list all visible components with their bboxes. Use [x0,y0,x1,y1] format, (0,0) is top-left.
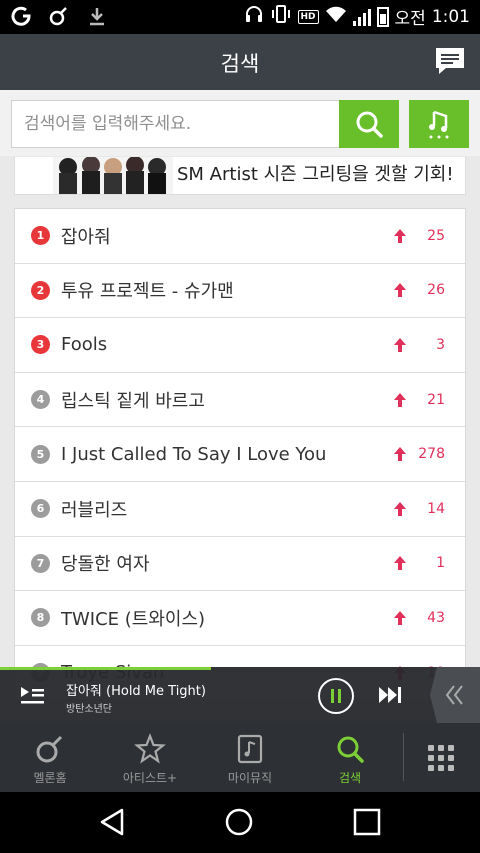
rank-number-badge: 6 [31,499,50,519]
mini-player[interactable]: 잡아줘 (Hold Me Tight) 방탄소년단 [0,667,480,723]
nav-label-melon-home: 멜론홈 [33,771,67,785]
rank-number-badge: 1 [31,226,50,246]
rank-row[interactable]: 6 러블리즈 14 [15,482,465,537]
player-progress-bar [0,667,212,670]
rank-change-value: 1 [436,555,445,572]
rank-row[interactable]: 5 I Just Called To Say I Love You 278 [15,427,465,482]
nav-divider [403,733,404,781]
playlist-button[interactable] [18,684,46,708]
rank-up-arrow-icon [394,392,406,407]
status-bar: HD 오전 1:01 [0,0,480,34]
playlist-icon [21,687,44,704]
rank-number-badge: 5 [31,444,50,464]
rank-change-value: 3 [436,336,445,353]
recents-icon[interactable] [352,807,382,837]
battery-icon [376,6,389,27]
search-icon [356,111,383,138]
my-music-icon [237,734,263,764]
search-button[interactable] [339,100,399,148]
nav-item-melon-home[interactable]: 멜론홈 [0,723,100,792]
rank-row[interactable]: 4 립스틱 짙게 바르고 21 [15,373,465,428]
rank-up-arrow-icon [394,283,406,298]
next-track-button[interactable] [378,685,404,705]
status-bar-notifications [10,5,108,34]
banner-artist-image [53,157,173,194]
rank-up-arrow-icon [394,337,406,352]
nav-item-search[interactable]: 검색 [300,723,400,792]
nav-item-artist-plus[interactable]: 아티스트+ [100,723,200,792]
rank-row[interactable]: 2 투유 프로젝트 - 슈가맨 26 [15,264,465,319]
double-chevron-left-icon [445,685,463,705]
rank-change-value: 14 [427,500,445,517]
rank-up-arrow-icon [394,556,406,571]
banner-text: SM Artist 시즌 그리팅을 겟할 기회! [177,164,454,185]
search-icon [337,736,364,763]
search-bar [0,90,480,156]
pause-button[interactable] [318,678,354,714]
clock-time: 1:01 [431,6,470,27]
search-input[interactable] [11,100,339,148]
nav-label-search: 검색 [338,771,362,785]
rank-number-badge: 3 [31,335,50,355]
rank-row[interactable]: 3 Fools 3 [15,318,465,373]
melon-home-icon [36,735,63,763]
player-track-title: 잡아줘 (Hold Me Tight) [66,684,206,699]
nav-item-my-music[interactable]: 마이뮤직 [200,723,300,792]
download-icon [86,5,108,34]
nav-label-my-music: 마이뮤직 [227,771,273,785]
rank-title: 투유 프로젝트 - 슈가맨 [61,281,234,303]
rank-up-arrow-icon [394,228,406,243]
rank-up-arrow-icon [394,610,406,625]
rank-title: 립스틱 짙게 바르고 [61,390,205,412]
music-note-icon [429,110,449,139]
rank-number-badge: 2 [31,280,50,300]
rank-title: Fools [61,334,108,356]
rank-change-value: 21 [427,391,445,408]
rank-title: TWICE (트와이스) [61,608,206,630]
rank-number-badge: 7 [31,553,50,573]
rank-title: 잡아줘 [61,226,111,248]
next-track-icon [379,687,401,703]
rank-up-arrow-icon [394,447,406,462]
back-icon[interactable] [98,807,128,837]
rank-change-value: 26 [427,282,445,299]
player-collapse-button[interactable] [430,667,480,723]
melon-notification-icon [48,5,70,34]
promo-banner[interactable]: SM Artist 시즌 그리팅을 겟할 기회! [14,157,466,195]
rank-row[interactable]: 1 잡아줘 25 [15,209,465,264]
page-title: 검색 [220,52,260,76]
rank-title: I Just Called To Say I Love You [61,443,327,465]
rank-row[interactable]: 7 당돌한 여자 1 [15,537,465,592]
music-search-button[interactable] [409,100,469,148]
headset-icon [244,4,264,29]
grid-menu-icon[interactable] [428,745,454,771]
hd-voice-badge: HD [297,9,319,24]
rank-change-value: 278 [418,446,445,463]
nav-label-artist-plus: 아티스트+ [122,771,178,785]
app-header: 검색 [0,34,480,90]
rank-title: 러블리즈 [61,499,128,521]
rank-up-arrow-icon [394,501,406,516]
pause-icon [331,689,341,703]
vibrate-icon [270,4,292,29]
chat-icon [436,48,464,74]
rank-title: 당돌한 여자 [61,554,150,576]
chat-button[interactable] [434,46,466,76]
bottom-nav: 멜론홈 아티스트+ 마이뮤직 검색 [0,723,480,792]
clock-period: 오전 [394,9,426,29]
player-artist: 방탄소년단 [66,704,112,715]
rank-row[interactable]: 8 TWICE (트와이스) 43 [15,591,465,646]
rank-number-badge: 4 [31,390,50,410]
rank-change-value: 25 [427,227,445,244]
status-bar-system: HD 오전 1:01 [244,4,470,29]
rank-number-badge: 8 [31,608,50,628]
popular-search-list: 1 잡아줘 25 2 투유 프로젝트 - 슈가맨 26 3 Fools 3 4 립스틱 짙게 바르고… [14,208,466,702]
app-badge-icon [10,5,32,34]
system-nav-bar [0,792,480,853]
star-icon [134,733,166,764]
wifi-icon [325,5,347,28]
rank-change-value: 43 [427,609,445,626]
signal-icon [352,8,371,26]
home-icon[interactable] [224,807,254,837]
